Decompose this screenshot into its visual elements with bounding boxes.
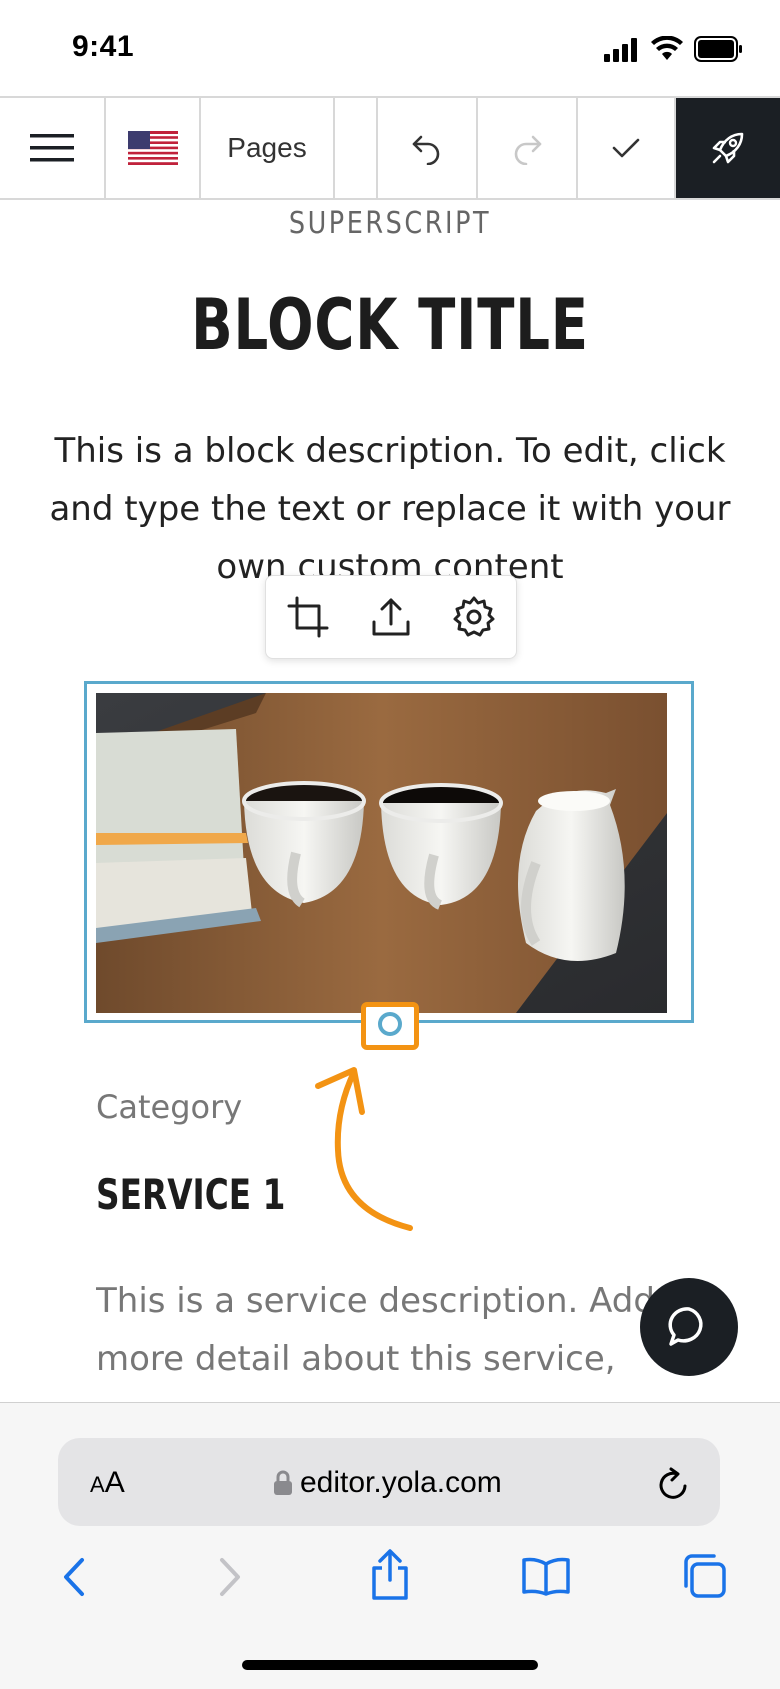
block-description[interactable]: This is a block description. To edit, cl… [40,422,740,580]
gear-icon[interactable] [451,594,497,640]
editor-toolbar: Pages [0,96,780,200]
chat-button[interactable] [640,1278,738,1376]
service-description[interactable]: This is a service description. Add more … [96,1272,676,1402]
text-size-button[interactable]: AAAA [90,1466,125,1500]
check-icon [612,138,640,158]
menu-button[interactable] [0,98,106,198]
battery-icon [694,36,742,62]
crop-icon[interactable] [285,594,331,640]
service-category[interactable]: Category [96,1088,242,1126]
publish-button[interactable] [676,98,780,198]
cellular-signal-icon [604,38,637,62]
annotation-arrow-icon [315,1067,413,1231]
bookmarks-icon[interactable] [520,1556,572,1596]
undo-icon [412,135,440,165]
back-icon[interactable] [60,1556,88,1598]
forward-icon[interactable] [216,1556,244,1598]
hamburger-menu-icon [30,134,74,162]
status-time: 9:41 [72,30,135,63]
wifi-icon [651,36,683,60]
pages-button[interactable]: Pages [201,98,335,198]
done-button[interactable] [578,98,676,198]
status-bar: 9:41 [0,0,780,96]
service-title[interactable]: SERVICE 1 [96,1170,285,1219]
coffee-photo-illustration [96,693,667,1013]
home-indicator [242,1660,538,1670]
block-title[interactable]: BLOCK TITLE [86,284,694,366]
rocket-icon [712,132,744,164]
image-toolbar [265,575,517,659]
us-flag-icon [127,131,178,165]
redo-icon [514,135,542,165]
reload-icon[interactable] [657,1466,691,1502]
redo-button[interactable] [478,98,578,198]
image-resize-handle[interactable] [378,1012,402,1036]
tabs-icon[interactable] [680,1552,728,1600]
chat-bubble-icon [668,1307,703,1346]
share-icon[interactable] [368,1548,412,1602]
block-superscript[interactable]: SUPERSCRIPT [59,206,722,241]
coffee-cups-image[interactable] [96,693,667,1013]
language-button[interactable] [106,98,201,198]
url-text[interactable]: editor.yola.com [300,1466,502,1500]
toolbar-spacer [335,98,378,198]
lock-icon [274,1470,292,1495]
undo-button[interactable] [378,98,478,198]
upload-icon[interactable] [368,594,414,640]
